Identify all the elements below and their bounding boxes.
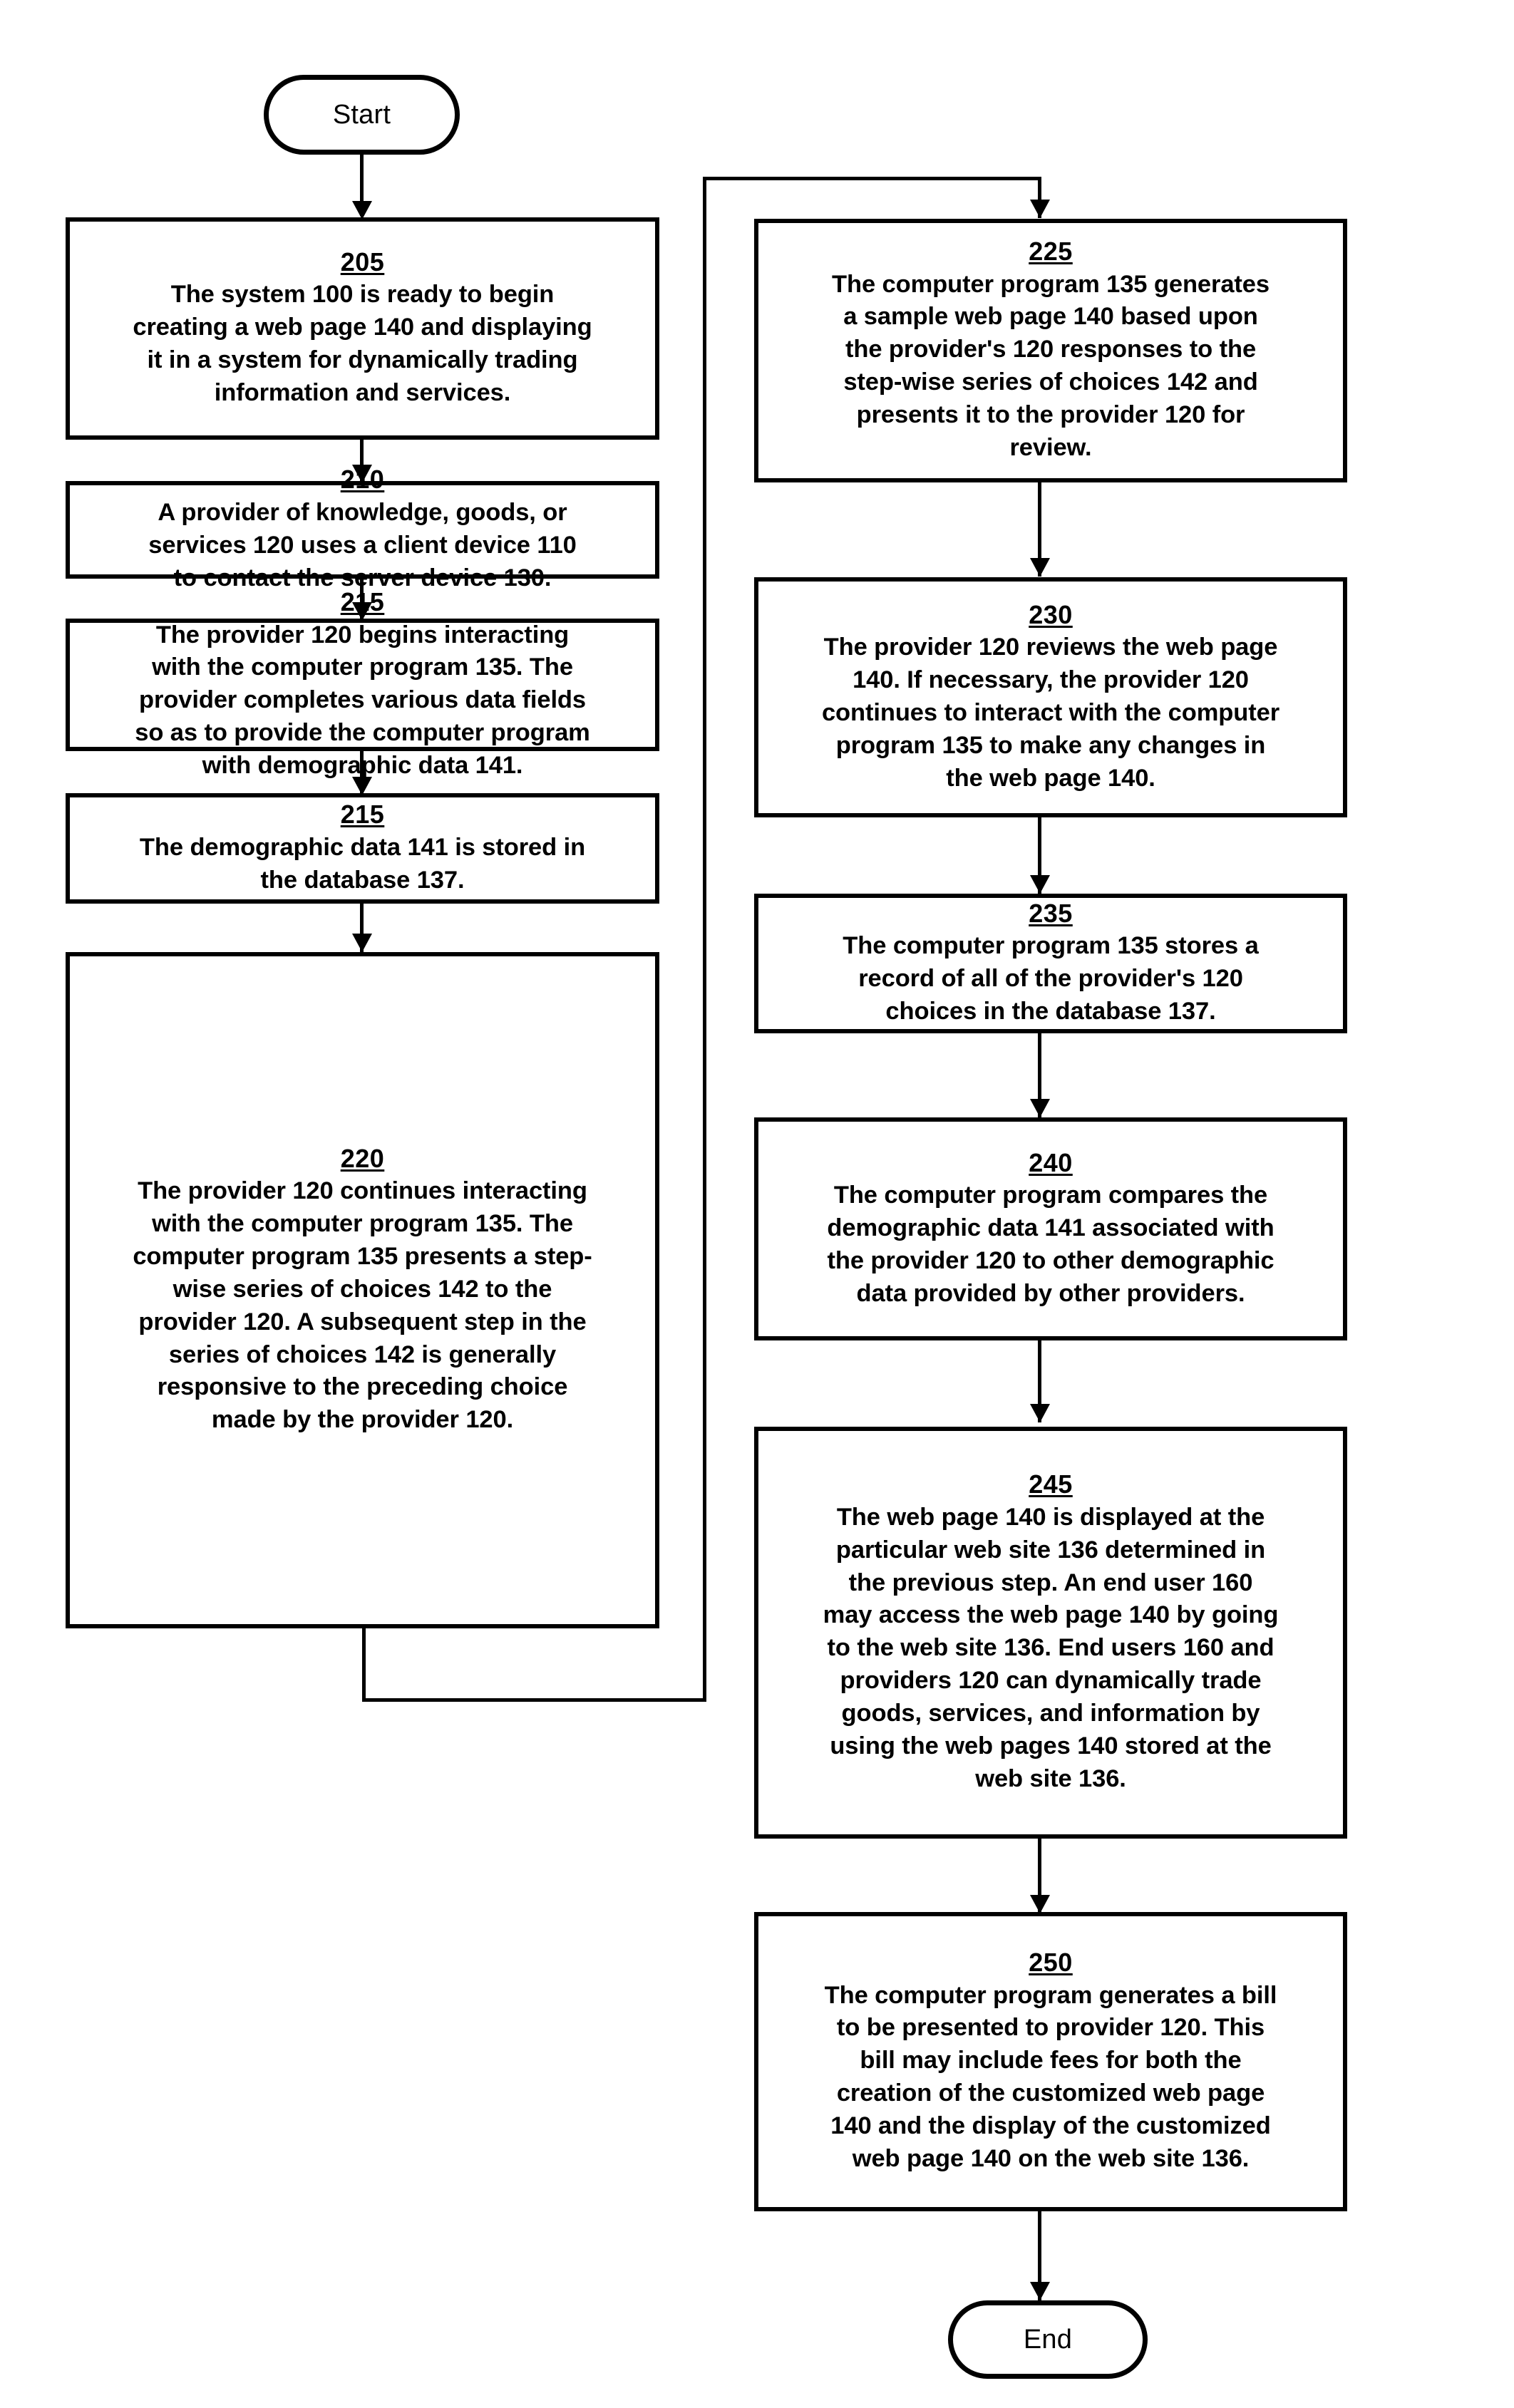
process-box-235: 235 The computer program 135 stores a re… [754, 894, 1347, 1033]
flowchart-canvas: Start 205 The system 100 is ready to beg… [0, 0, 1514, 2408]
process-box-250-number: 250 [1029, 1948, 1073, 1978]
process-box-230-number: 230 [1029, 599, 1073, 629]
connector-220-top-segment [703, 177, 1041, 180]
process-box-245: 245 The web page 140 is displayed at the… [754, 1427, 1347, 1839]
process-box-250-text: The computer program generates a bill to… [824, 1981, 1277, 2172]
process-box-225: 225 The computer program 135 generates a… [754, 219, 1347, 482]
end-terminator: End [948, 2300, 1148, 2379]
process-box-215-b-number: 215 [340, 800, 385, 830]
arrowhead-235-to-240 [1030, 1099, 1050, 1117]
process-box-245-text: The web page 140 is displayed at the par… [823, 1503, 1279, 1792]
start-label: Start [332, 100, 391, 130]
connector-220-right-segment [362, 1698, 706, 1702]
arrowhead-215b-to-220 [352, 934, 372, 952]
connector-220-up-segment [703, 177, 706, 1702]
process-box-220-text: The provider 120 continues interacting w… [133, 1177, 592, 1434]
process-box-225-number: 225 [1029, 237, 1073, 267]
process-box-205-text: The system 100 is ready to begin creatin… [133, 281, 592, 407]
end-label: End [1023, 2325, 1073, 2355]
arrowhead-240-to-245 [1030, 1404, 1050, 1422]
process-box-240-text: The computer program compares the demogr… [827, 1181, 1274, 1307]
process-box-205-number: 205 [340, 247, 385, 277]
process-box-240-number: 240 [1029, 1147, 1073, 1177]
start-terminator: Start [264, 75, 460, 155]
arrowhead-250-to-end [1030, 2282, 1050, 2300]
process-box-235-number: 235 [1029, 898, 1073, 928]
arrowhead-245-to-250 [1030, 1895, 1050, 1913]
process-box-235-text: The computer program 135 stores a record… [843, 932, 1259, 1025]
process-box-225-text: The computer program 135 generates a sam… [832, 270, 1270, 461]
process-box-210-number: 210 [340, 465, 385, 495]
process-box-230-text: The provider 120 reviews the web page 14… [821, 634, 1280, 792]
process-box-210: 210 A provider of knowledge, goods, or s… [66, 465, 659, 591]
arrowhead-225-to-230 [1030, 558, 1050, 577]
arrowhead-230-to-235 [1030, 875, 1050, 894]
process-box-215-b: 215 The demographic data 141 is stored i… [66, 793, 659, 904]
process-box-215-a: 215 The provider 120 begins interacting … [66, 587, 659, 779]
process-box-240: 240 The computer program compares the de… [754, 1117, 1347, 1340]
process-box-230: 230 The provider 120 reviews the web pag… [754, 577, 1347, 817]
connector-220-down-segment [362, 1628, 366, 1702]
process-box-215-a-number: 215 [340, 587, 385, 617]
process-box-215-b-text: The demographic data 141 is stored in th… [139, 833, 586, 894]
process-box-220: 220 The provider 120 continues interacti… [66, 952, 659, 1628]
arrowhead-220-to-225 [1030, 200, 1050, 218]
process-box-245-number: 245 [1029, 1469, 1073, 1499]
process-box-250: 250 The computer program generates a bil… [754, 1912, 1347, 2211]
process-box-220-number: 220 [340, 1143, 385, 1173]
process-box-205: 205 The system 100 is ready to begin cre… [66, 217, 659, 440]
